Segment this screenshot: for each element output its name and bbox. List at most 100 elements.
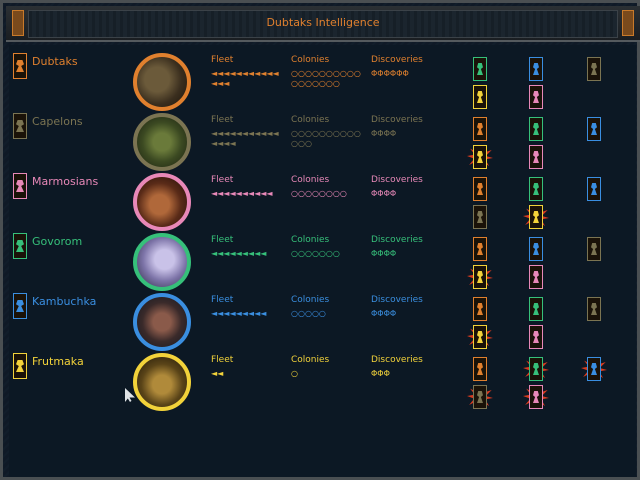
capelons-relation-frutmaka-glyph-icon (477, 151, 483, 163)
frutmaka-relation-kambuchka-glyph-icon (591, 363, 597, 375)
govorom-relation-frutmaka-glyph-icon (477, 271, 483, 283)
govorom-emblem-glyph-icon (16, 240, 24, 252)
frutmaka-portrait[interactable] (133, 353, 191, 411)
race-row-kambuchka: Kambuchka Fleet Colonies Discoveries ◄◄◄◄◄◄◄… (9, 287, 636, 351)
govorom-relation-capelons-glyph-icon (591, 243, 597, 255)
capelons-fleet-header: Fleet (211, 115, 234, 125)
marmosians-discoveries-header: Discoveries (371, 175, 423, 185)
kambuchka-portrait[interactable] (133, 293, 191, 351)
title-panel: Dubtaks Intelligence (28, 10, 618, 38)
capelons-colonies-count: ○○○○○○○○○○○○○ (291, 129, 361, 148)
govorom-name[interactable]: Govorom (32, 235, 82, 248)
dubtaks-relation-frutmaka-glyph-icon (477, 91, 483, 103)
govorom-relation-frutmaka-icon (473, 265, 487, 289)
frutmaka-emblem-icon[interactable] (13, 353, 27, 379)
marmosians-emblem-glyph-icon (16, 180, 24, 192)
marmosians-relation-govorom-glyph-icon (533, 183, 539, 195)
frutmaka-relation-marmosians-glyph-icon (533, 391, 539, 403)
marmosians-fleet-count: ◄◄◄◄◄◄◄◄◄◄ (211, 189, 273, 198)
capelons-relation-kambuchka-glyph-icon (591, 123, 597, 135)
govorom-relation-kambuchka-icon[interactable] (529, 237, 543, 261)
frutmaka-relation-govorom-war[interactable] (523, 357, 549, 381)
govorom-colonies-count: ○○○○○○○ (291, 249, 340, 258)
kambuchka-fleet-count: ◄◄◄◄◄◄◄◄◄ (211, 309, 267, 318)
dubtak-portrait[interactable] (133, 53, 191, 111)
capelons-emblem-icon[interactable] (13, 113, 27, 139)
dubtaks-colonies-count: ○○○○○○○○○○○○○○○○○ (291, 69, 361, 88)
frutmaka-relation-capelons-icon (473, 385, 487, 409)
govorom-relation-frutmaka-war[interactable] (467, 265, 493, 289)
capelons-relation-frutmaka-war[interactable] (467, 145, 493, 169)
dubtaks-relation-frutmaka-icon[interactable] (473, 85, 487, 109)
marmosians-relation-frutmaka-glyph-icon (533, 211, 539, 223)
capelons-relation-frutmaka-icon (473, 145, 487, 169)
capelons-relation-kambuchka-icon[interactable] (587, 117, 601, 141)
marmosians-relation-frutmaka-war[interactable] (523, 205, 549, 229)
kambuchka-relation-frutmaka-war[interactable] (467, 325, 493, 349)
frutmaka-emblem-glyph-icon (16, 360, 24, 372)
govorom-relation-capelons-icon[interactable] (587, 237, 601, 261)
kambuchka-emblem-glyph-icon (16, 300, 24, 312)
marmosian-portrait[interactable] (133, 173, 191, 231)
frutmaka-relation-dubtaks-icon[interactable] (473, 357, 487, 381)
dubtaks-emblem-glyph-icon (16, 60, 24, 72)
govorom-relation-dubtaks-icon[interactable] (473, 237, 487, 261)
marmosians-relation-kambuchka-glyph-icon (591, 183, 597, 195)
marmosians-colonies-header: Colonies (291, 175, 330, 185)
marmosians-relation-frutmaka-icon (529, 205, 543, 229)
kambuchka-relation-capelons-icon[interactable] (587, 297, 601, 321)
kambuchka-name[interactable]: Kambuchka (32, 295, 96, 308)
frutmaka-fleet-count: ◄◄ (211, 369, 224, 378)
frutmaka-relation-marmosians-war[interactable] (523, 385, 549, 409)
kambuchka-emblem-icon[interactable] (13, 293, 27, 319)
capelon-portrait[interactable] (133, 113, 191, 171)
capelons-discoveries-header: Discoveries (371, 115, 423, 125)
marmosians-relation-capelons-icon[interactable] (473, 205, 487, 229)
frutmaka-colonies-count: ○ (291, 369, 298, 378)
frutmaka-fleet-header: Fleet (211, 355, 234, 365)
marmosians-relation-dubtaks-icon[interactable] (473, 177, 487, 201)
govorom-emblem-icon[interactable] (13, 233, 27, 259)
govorom-relation-marmosians-icon[interactable] (529, 265, 543, 289)
dubtaks-colonies-header: Colonies (291, 55, 330, 65)
capelons-fleet-count: ◄◄◄◄◄◄◄◄◄◄◄◄◄◄◄ (211, 129, 279, 148)
frutmaka-relation-govorom-glyph-icon (533, 363, 539, 375)
frutmaka-discoveries-header: Discoveries (371, 355, 423, 365)
marmosians-fleet-header: Fleet (211, 175, 234, 185)
capelons-relation-marmosians-icon[interactable] (529, 145, 543, 169)
dubtaks-relation-govorom-icon[interactable] (473, 57, 487, 81)
race-row-frutmaka: Frutmaka Fleet Colonies Discoveries ◄◄ ○ ΦΦΦ (9, 347, 636, 411)
capelons-relation-govorom-icon[interactable] (529, 117, 543, 141)
frutmaka-relation-kambuchka-war[interactable] (581, 357, 607, 381)
kambuchka-relation-dubtaks-icon[interactable] (473, 297, 487, 321)
kambuchka-relation-marmosians-icon[interactable] (529, 325, 543, 349)
dubtaks-relation-marmosians-icon[interactable] (529, 85, 543, 109)
capelons-name[interactable]: Capelons (32, 115, 83, 128)
frutmaka-relation-capelons-war[interactable] (467, 385, 493, 409)
marmosians-relation-govorom-icon[interactable] (529, 177, 543, 201)
marmosians-name[interactable]: Marmosians (32, 175, 98, 188)
dubtaks-relation-kambuchka-icon[interactable] (529, 57, 543, 81)
kambuchka-relation-frutmaka-icon (473, 325, 487, 349)
kambuchka-relation-govorom-icon[interactable] (529, 297, 543, 321)
dubtaks-name[interactable]: Dubtaks (32, 55, 78, 68)
frutmaka-relation-dubtaks-glyph-icon (477, 363, 483, 375)
frutmaka-name[interactable]: Frutmaka (32, 355, 84, 368)
capelons-emblem-glyph-icon (16, 120, 24, 132)
title-bar: Dubtaks Intelligence (6, 6, 640, 42)
frutmaka-discoveries-count: ΦΦΦ (371, 369, 390, 378)
capelons-relation-dubtaks-icon[interactable] (473, 117, 487, 141)
marmosians-emblem-icon[interactable] (13, 173, 27, 199)
window-title: Dubtaks Intelligence (266, 16, 380, 29)
dubtaks-emblem-icon[interactable] (13, 53, 27, 79)
kambuchka-fleet-header: Fleet (211, 295, 234, 305)
dubtaks-relation-govorom-glyph-icon (477, 63, 483, 75)
dubtaks-discoveries-header: Discoveries (371, 55, 423, 65)
govorom-portrait[interactable] (133, 233, 191, 291)
govorom-fleet-count: ◄◄◄◄◄◄◄◄◄ (211, 249, 267, 258)
frutmaka-relation-capelons-glyph-icon (477, 391, 483, 403)
capelons-discoveries-count: ΦΦΦΦ (371, 129, 397, 138)
marmosians-relation-kambuchka-icon[interactable] (587, 177, 601, 201)
title-cap-left-icon (12, 10, 24, 36)
dubtaks-relation-capelons-icon[interactable] (587, 57, 601, 81)
